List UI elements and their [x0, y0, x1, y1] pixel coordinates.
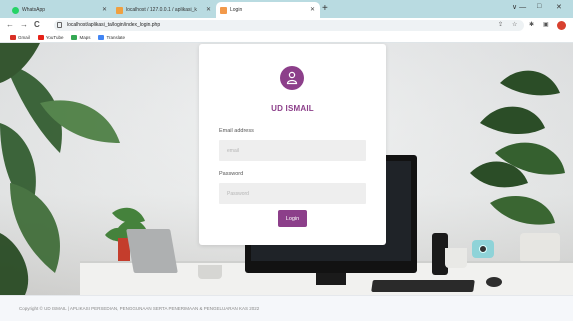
password-label: Password	[219, 171, 244, 177]
new-tab-button[interactable]: +	[322, 4, 328, 14]
close-tab-icon[interactable]: ✕	[102, 6, 107, 13]
url-text: localhost/aplikasi_ta/login/index_login.…	[67, 22, 161, 28]
translate-icon	[98, 35, 105, 40]
bookmark-label: Translate	[106, 35, 126, 40]
copyright-text: Copyright © UD ISMAIL | APLIKASI PERSEDI…	[19, 306, 260, 311]
back-button[interactable]: ←	[6, 20, 14, 29]
user-avatar	[280, 66, 304, 90]
left-plant-image	[0, 43, 148, 295]
tab-phpmyadmin[interactable]: localhost / 127.0.0.1 / aplikasi_k ✕	[112, 2, 216, 18]
bookmarks-bar: Gmail YouTube Maps Translate	[0, 33, 573, 43]
login-card: UD ISMAIL Email address Password Login	[199, 44, 386, 245]
bookmark-label: Maps	[79, 35, 91, 40]
site-info-icon[interactable]	[57, 22, 62, 28]
close-tab-icon[interactable]: ✕	[206, 6, 211, 13]
tab-title: Login	[230, 7, 243, 13]
browser-toolbar: ← → C localhost/aplikasi_ta/login/index_…	[0, 18, 573, 33]
tab-login[interactable]: Login ✕	[216, 2, 320, 18]
extensions-icon[interactable]: ✱	[529, 21, 534, 28]
profile-avatar[interactable]	[557, 21, 566, 30]
camera-image	[472, 240, 494, 258]
brand-title: UD ISMAIL	[271, 104, 314, 113]
address-bar[interactable]: localhost/aplikasi_ta/login/index_login.…	[54, 20, 524, 31]
login-button[interactable]: Login	[278, 210, 307, 227]
password-field[interactable]	[219, 183, 366, 204]
maps-icon	[71, 35, 78, 40]
phpmyadmin-icon	[116, 6, 123, 14]
user-icon	[286, 71, 298, 85]
gmail-icon	[10, 35, 16, 40]
plant-pot-image	[445, 248, 467, 268]
bookmark-star-icon[interactable]: ☆	[512, 21, 517, 28]
monitor-stand	[316, 273, 346, 285]
maximize-button[interactable]: □	[537, 3, 541, 10]
tab-whatsapp[interactable]: WhatsApp ✕	[8, 2, 112, 18]
tab-title: localhost / 127.0.0.1 / aplikasi_k	[126, 7, 197, 13]
close-window-button[interactable]: ✕	[556, 3, 562, 11]
plant-pot-image	[198, 265, 222, 279]
forward-button[interactable]: →	[20, 20, 28, 29]
bookmark-label: Gmail	[18, 35, 30, 40]
page-favicon-icon	[220, 6, 227, 14]
bookmark-youtube[interactable]: YouTube	[37, 35, 64, 40]
camera-lens	[479, 245, 487, 253]
youtube-icon	[37, 35, 44, 40]
bookmark-translate[interactable]: Translate	[98, 35, 125, 40]
whatsapp-icon	[12, 6, 19, 14]
browser-tab-bar: WhatsApp ✕ localhost / 127.0.0.1 / aplik…	[0, 0, 573, 18]
email-field[interactable]	[219, 140, 366, 161]
tab-title: WhatsApp	[22, 7, 46, 13]
share-icon[interactable]: ⇪	[498, 21, 503, 28]
tablet-image	[126, 229, 178, 273]
side-panel-icon[interactable]: ▣	[543, 21, 549, 28]
mouse-image	[486, 277, 502, 287]
bookmark-maps[interactable]: Maps	[71, 35, 90, 40]
email-label: Email address	[219, 128, 254, 134]
bookmark-gmail[interactable]: Gmail	[10, 35, 30, 40]
keyboard-image	[371, 280, 475, 292]
minimize-button[interactable]: ∨ —	[512, 3, 526, 11]
bookmark-label: YouTube	[45, 35, 64, 40]
close-tab-icon[interactable]: ✕	[310, 6, 315, 13]
reload-button[interactable]: C	[34, 20, 40, 29]
page-footer: Copyright © UD ISMAIL | APLIKASI PERSEDI…	[0, 295, 573, 321]
